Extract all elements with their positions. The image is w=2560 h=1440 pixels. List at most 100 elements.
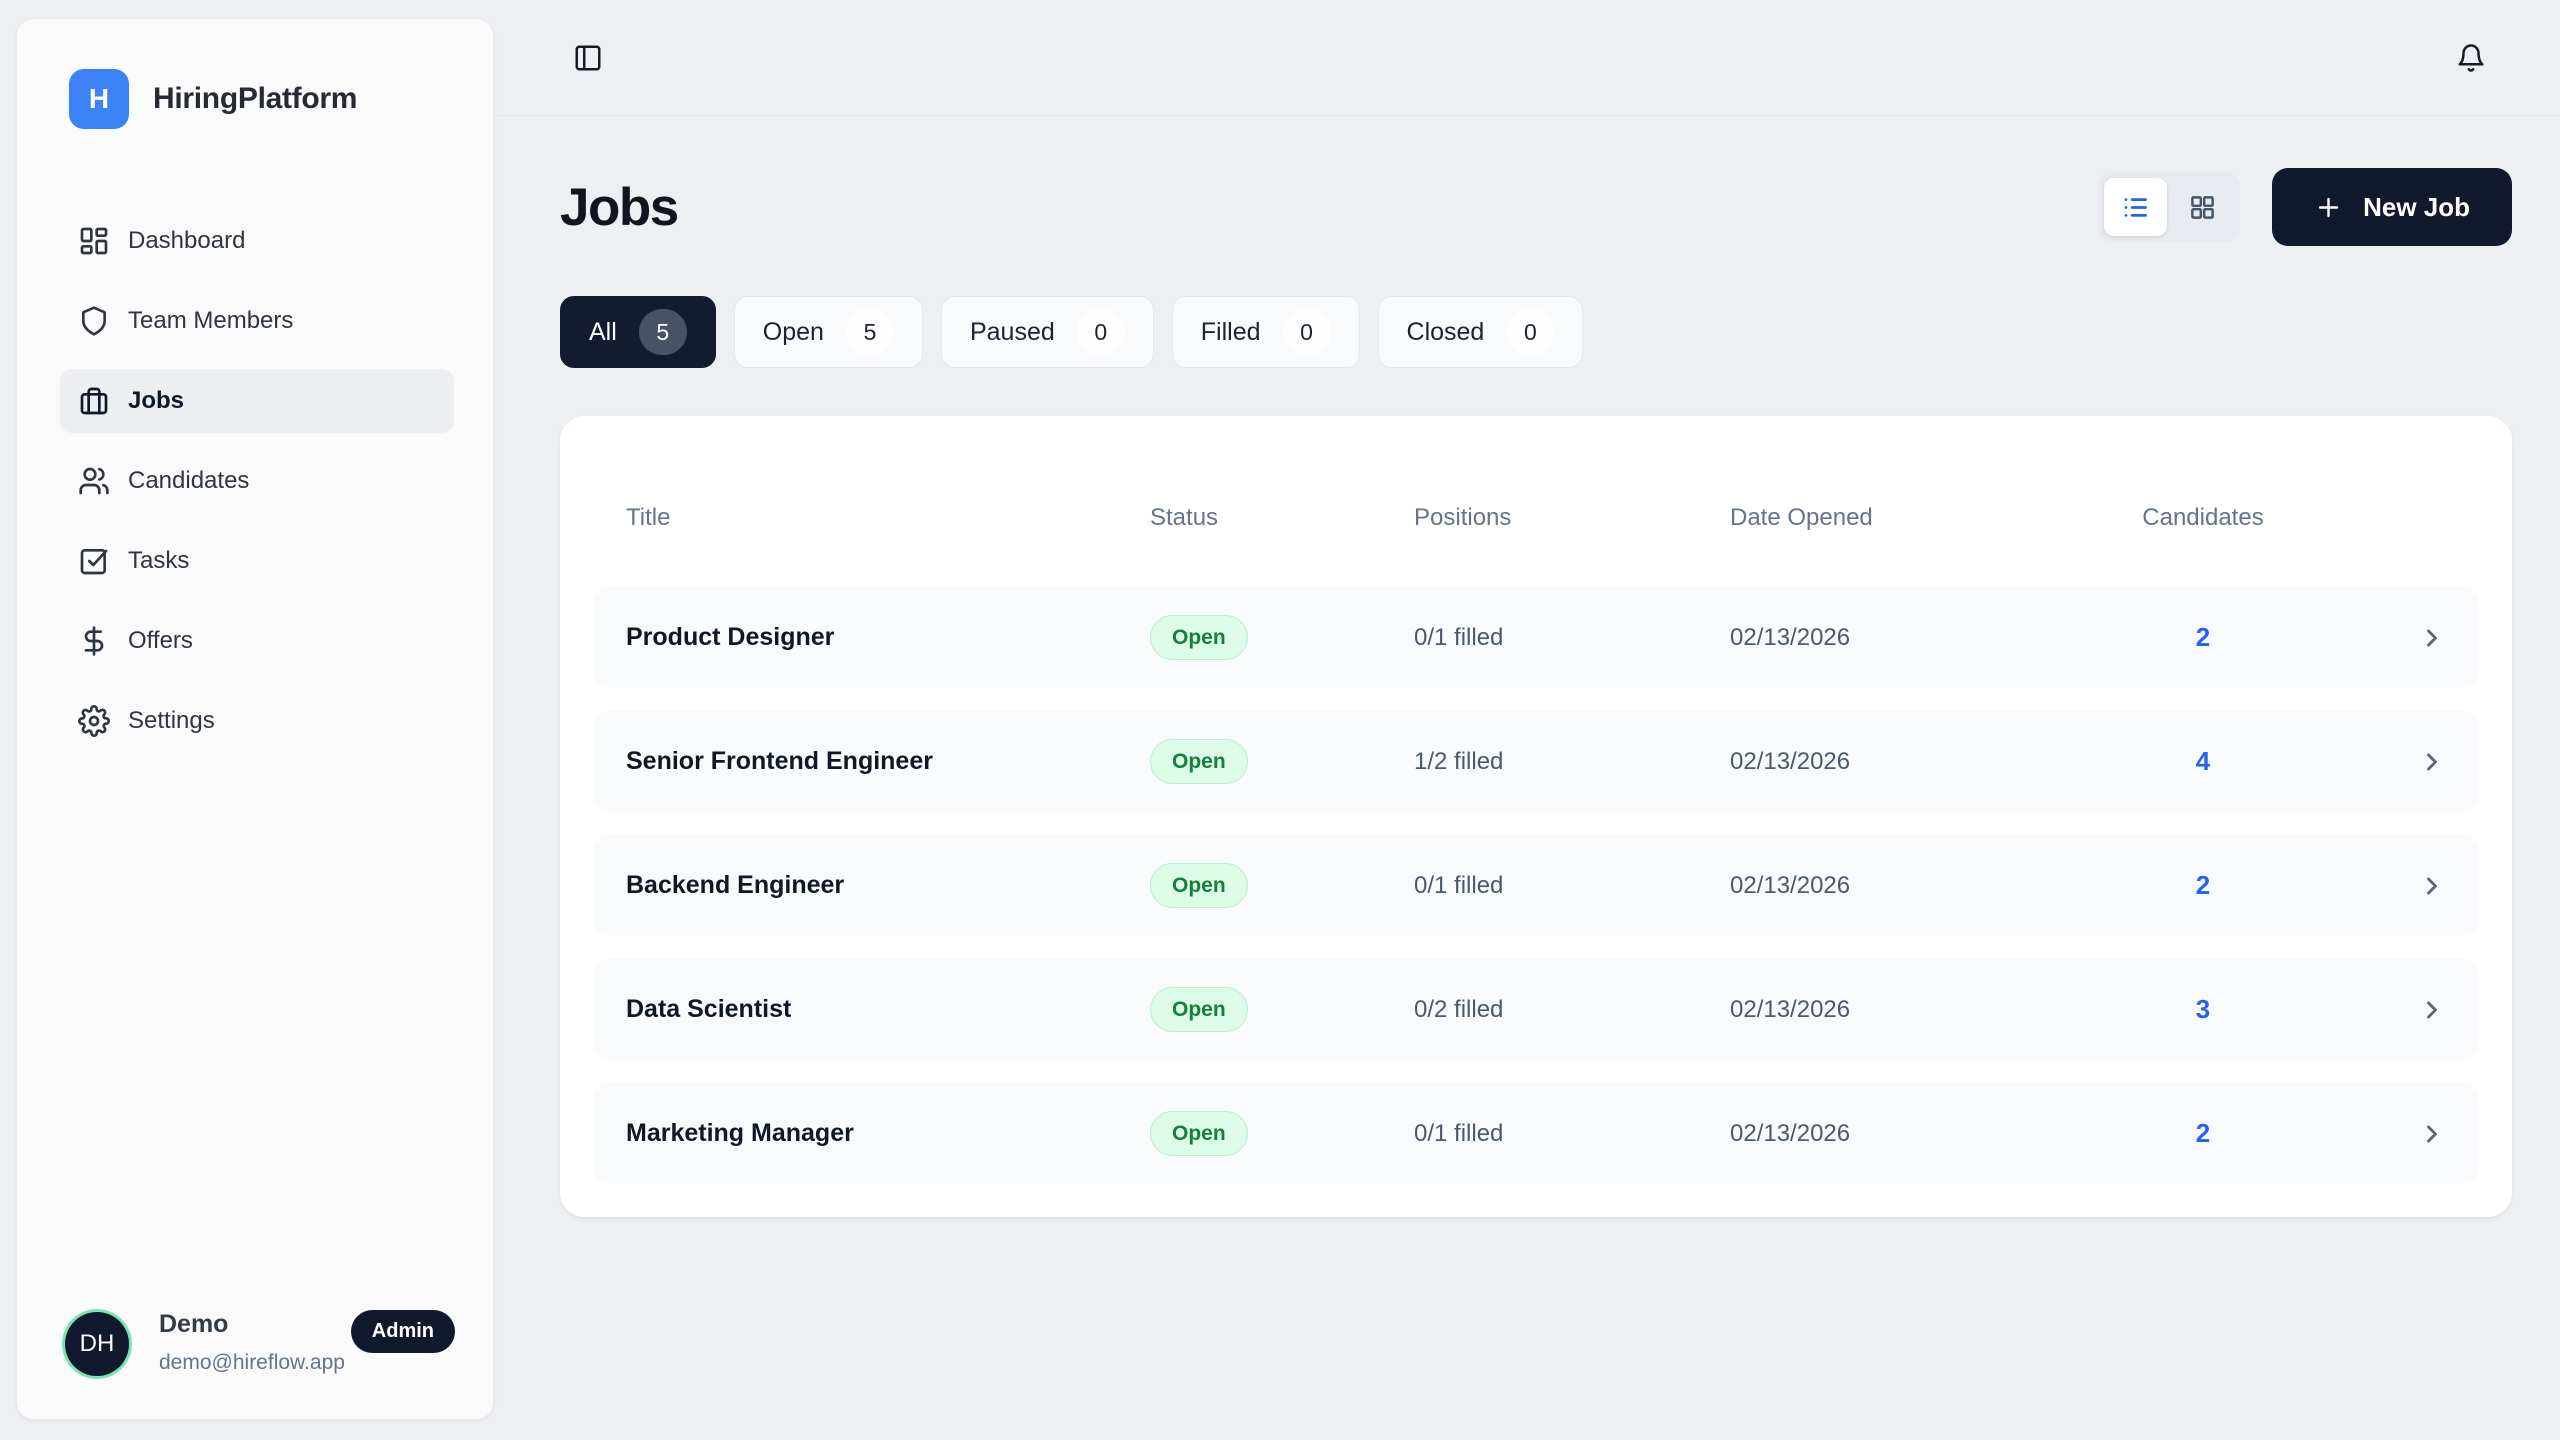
job-title: Product Designer <box>626 623 1150 652</box>
status-badge: Open <box>1150 863 1248 908</box>
sidebar-item-dashboard[interactable]: Dashboard <box>60 209 454 273</box>
filter-count-badge: 5 <box>639 309 687 355</box>
notifications-button[interactable] <box>2456 43 2486 73</box>
bell-icon <box>2456 43 2486 73</box>
list-icon <box>2122 194 2149 221</box>
status-badge: Open <box>1150 1111 1248 1156</box>
status-badge: Open <box>1150 615 1248 660</box>
list-view-button[interactable] <box>2104 178 2167 236</box>
filter-label: Paused <box>970 318 1055 347</box>
table-row[interactable]: Backend Engineer Open 0/1 filled 02/13/2… <box>593 835 2479 936</box>
new-job-label: New Job <box>2363 192 2470 223</box>
chevron-right-icon[interactable] <box>2418 872 2446 900</box>
sidebar-item-team-members[interactable]: Team Members <box>60 289 454 353</box>
view-toggle <box>2098 172 2240 242</box>
date-opened: 02/13/2026 <box>1730 624 2128 652</box>
sidebar-item-settings[interactable]: Settings <box>60 689 454 753</box>
jobs-table-card: Title Status Positions Date Opened Candi… <box>560 416 2512 1217</box>
filter-label: All <box>589 318 617 347</box>
plus-icon <box>2314 193 2343 222</box>
user-panel[interactable]: DH Demo demo@hireflow.app Admin <box>65 1310 455 1375</box>
chevron-right-icon[interactable] <box>2418 996 2446 1024</box>
new-job-button[interactable]: New Job <box>2272 168 2512 246</box>
date-opened: 02/13/2026 <box>1730 996 2128 1024</box>
filter-count-badge: 0 <box>1077 309 1125 355</box>
dashboard-icon <box>78 225 110 257</box>
chevron-right-icon[interactable] <box>2418 624 2446 652</box>
topbar <box>494 0 2560 116</box>
job-title: Data Scientist <box>626 995 1150 1024</box>
sidebar-nav: Dashboard Team Members Jobs Candidates T… <box>60 209 454 753</box>
user-email: demo@hireflow.app <box>159 1351 455 1375</box>
date-opened: 02/13/2026 <box>1730 1120 2128 1148</box>
sidebar-item-label: Jobs <box>128 387 184 415</box>
filter-button[interactable]: Paused 0 <box>941 296 1154 368</box>
status-badge: Open <box>1150 739 1248 784</box>
filter-button[interactable]: All 5 <box>560 296 716 368</box>
candidates-count-link[interactable]: 4 <box>2128 746 2278 777</box>
sidebar-item-tasks[interactable]: Tasks <box>60 529 454 593</box>
filter-button[interactable]: Filled 0 <box>1172 296 1360 368</box>
briefcase-icon <box>78 385 110 417</box>
table-body: Product Designer Open 0/1 filled 02/13/2… <box>593 587 2479 1184</box>
filter-label: Filled <box>1201 318 1261 347</box>
filter-label: Closed <box>1407 318 1485 347</box>
sidebar-toggle-button[interactable] <box>573 43 603 73</box>
users-icon <box>78 465 110 497</box>
filter-label: Open <box>763 318 824 347</box>
table-row[interactable]: Product Designer Open 0/1 filled 02/13/2… <box>593 587 2479 688</box>
date-opened: 02/13/2026 <box>1730 748 2128 776</box>
sidebar-item-label: Settings <box>128 707 215 735</box>
column-header-positions: Positions <box>1414 504 1730 532</box>
column-header-title: Title <box>626 504 1150 532</box>
positions-filled: 1/2 filled <box>1414 748 1730 776</box>
panel-left-icon <box>573 43 603 73</box>
candidates-count-link[interactable]: 2 <box>2128 1118 2278 1149</box>
sidebar-item-offers[interactable]: Offers <box>60 609 454 673</box>
chevron-right-icon[interactable] <box>2418 1120 2446 1148</box>
role-badge: Admin <box>351 1310 455 1353</box>
main-area: Jobs <box>494 0 2560 1440</box>
sidebar-item-label: Candidates <box>128 467 249 495</box>
filter-count-badge: 5 <box>846 309 894 355</box>
column-header-candidates: Candidates <box>2128 504 2278 532</box>
table-row[interactable]: Senior Frontend Engineer Open 1/2 filled… <box>593 711 2479 812</box>
avatar: DH <box>65 1312 129 1376</box>
sidebar: H HiringPlatform Dashboard Team Members … <box>16 18 494 1420</box>
candidates-count-link[interactable]: 2 <box>2128 622 2278 653</box>
status-filters: All 5 Open 5 Paused 0 Filled 0 Closed 0 <box>560 296 2512 368</box>
dollar-icon <box>78 625 110 657</box>
filter-button[interactable]: Open 5 <box>734 296 923 368</box>
column-header-status: Status <box>1150 504 1414 532</box>
status-badge: Open <box>1150 987 1248 1032</box>
app-logo: H <box>69 69 129 129</box>
column-header-date-opened: Date Opened <box>1730 504 2128 532</box>
positions-filled: 0/1 filled <box>1414 624 1730 652</box>
filter-button[interactable]: Closed 0 <box>1378 296 1584 368</box>
sidebar-item-label: Team Members <box>128 307 293 335</box>
candidates-count-link[interactable]: 2 <box>2128 870 2278 901</box>
shield-icon <box>78 305 110 337</box>
page-title: Jobs <box>560 177 678 238</box>
sidebar-item-candidates[interactable]: Candidates <box>60 449 454 513</box>
table-row[interactable]: Data Scientist Open 0/2 filled 02/13/202… <box>593 959 2479 1060</box>
brand: H HiringPlatform <box>17 19 493 129</box>
filter-count-badge: 0 <box>1506 309 1554 355</box>
positions-filled: 0/1 filled <box>1414 872 1730 900</box>
square-check-icon <box>78 545 110 577</box>
table-row[interactable]: Marketing Manager Open 0/1 filled 02/13/… <box>593 1083 2479 1184</box>
sidebar-item-label: Dashboard <box>128 227 245 255</box>
positions-filled: 0/1 filled <box>1414 1120 1730 1148</box>
gear-icon <box>78 705 110 737</box>
grid-view-button[interactable] <box>2171 178 2234 236</box>
app-name: HiringPlatform <box>153 82 357 116</box>
positions-filled: 0/2 filled <box>1414 996 1730 1024</box>
sidebar-item-jobs[interactable]: Jobs <box>60 369 454 433</box>
filter-count-badge: 0 <box>1283 309 1331 355</box>
candidates-count-link[interactable]: 3 <box>2128 994 2278 1025</box>
sidebar-item-label: Tasks <box>128 547 189 575</box>
chevron-right-icon[interactable] <box>2418 748 2446 776</box>
date-opened: 02/13/2026 <box>1730 872 2128 900</box>
sidebar-item-label: Offers <box>128 627 193 655</box>
job-title: Senior Frontend Engineer <box>626 747 1150 776</box>
